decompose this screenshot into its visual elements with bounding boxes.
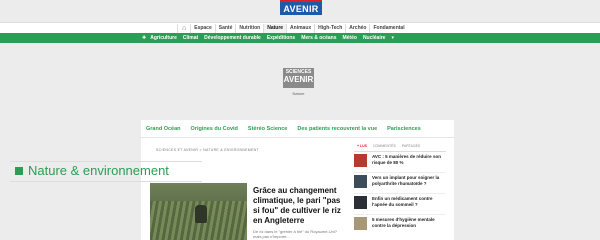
divider (354, 214, 446, 215)
breadcrumb-item-section[interactable]: NATURE & ENVIRONNEMENT (203, 148, 259, 152)
subnav-item-nucleaire[interactable]: Nucléaire (360, 35, 389, 41)
sidebar-article-title: AVC : 5 manières de réduire son risque d… (372, 154, 441, 165)
image-person (195, 205, 207, 223)
breadcrumb: SCIENCES ET AVENIR > NATURE & ENVIRONNEM… (156, 148, 259, 152)
nav-item-fondamental[interactable]: Fondamental (369, 24, 407, 33)
sub-nav: ✚ Agriculture Climat Développement durab… (0, 33, 600, 43)
section-logo-caption: Nature (292, 91, 305, 96)
sidebar-article-title: Vers un implant pour soigner la polyarth… (372, 175, 440, 186)
nav-item-high-tech[interactable]: High-Tech (314, 24, 345, 33)
breadcrumb-item-home[interactable]: SCIENCES ET AVENIR (156, 148, 198, 152)
topic-stereo-science[interactable]: Stéréo Science (243, 126, 292, 132)
sidebar-article[interactable]: Vers un implant pour soigner la polyarth… (354, 174, 446, 194)
topic-parisciences[interactable]: Parisciences (382, 126, 426, 132)
topics-bar: Grand Océan Origines du Covid Stéréo Sci… (141, 120, 454, 138)
subnav-item-developpement-durable[interactable]: Développement durable (201, 35, 264, 41)
nav-item-nature[interactable]: Nature (263, 24, 287, 33)
lead-article-title[interactable]: Grâce au changement climatique, le pari … (253, 186, 345, 226)
article-thumbnail (354, 217, 367, 230)
subnav-item-meteo[interactable]: Météo (339, 35, 359, 41)
nav-item-animaux[interactable]: Animaux (286, 24, 314, 33)
subnav-item-agriculture[interactable]: Agriculture (147, 35, 180, 41)
nav-item-espace[interactable]: Espace (190, 24, 215, 33)
section-header: Nature & environnement (10, 161, 202, 182)
nav-item-archeo[interactable]: Archéo (345, 24, 369, 33)
article-thumbnail (354, 175, 367, 188)
logo-line2: AVENIR (283, 4, 319, 14)
lead-article-image[interactable] (150, 183, 247, 240)
nav-item-nutrition[interactable]: Nutrition (235, 24, 263, 33)
home-icon[interactable]: ⌂ (177, 24, 190, 33)
section-logo-line2: AVENIR (283, 75, 314, 84)
section-logo[interactable]: SCIENCES AVENIR (283, 68, 314, 88)
topic-grand-ocean[interactable]: Grand Océan (141, 126, 186, 132)
logo-red-bar (280, 0, 322, 2)
subnav-item-expeditions[interactable]: Expéditions (264, 35, 298, 41)
tab-most-shared[interactable]: PARTAGÉS (399, 144, 423, 148)
tab-most-commented[interactable]: COMMENTÉS (370, 144, 399, 148)
section-title: Nature & environnement (28, 163, 169, 178)
sidebar-article-title: 5 mesures d'hygiène mentale contre la dé… (372, 217, 435, 228)
divider (354, 193, 446, 194)
subnav-item-mers-oceans[interactable]: Mers & océans (298, 35, 339, 41)
divider (354, 172, 446, 173)
article-thumbnail (354, 154, 367, 167)
tab-most-read[interactable]: + LUS (354, 144, 370, 148)
section-square-icon (15, 167, 23, 175)
chevron-down-icon[interactable]: ▾ (388, 35, 397, 41)
logo-top[interactable]: SCIENCES AVENIR (280, 0, 322, 15)
topic-origines-covid[interactable]: Origines du Covid (186, 126, 243, 132)
sidebar-article[interactable]: AVC : 5 manières de réduire son risque d… (354, 153, 446, 173)
article-thumbnail (354, 196, 367, 209)
sidebar-article[interactable]: 5 mesures d'hygiène mentale contre la dé… (354, 216, 446, 236)
subnav-item-climat[interactable]: Climat (180, 35, 201, 41)
lead-article-excerpt: De riz dans le "grenier à blé" du Royaum… (253, 229, 337, 239)
sidebar-article-title: Enfin un médicament contre l'apnée du so… (372, 196, 433, 207)
sidebar-article[interactable]: Enfin un médicament contre l'apnée du so… (354, 195, 446, 215)
sidebar-tabs: + LUS COMMENTÉS PARTAGÉS (354, 141, 446, 152)
topic-patients-vue[interactable]: Des patients recouvrent la vue (292, 126, 382, 132)
nav-item-sante[interactable]: Santé (214, 24, 236, 33)
